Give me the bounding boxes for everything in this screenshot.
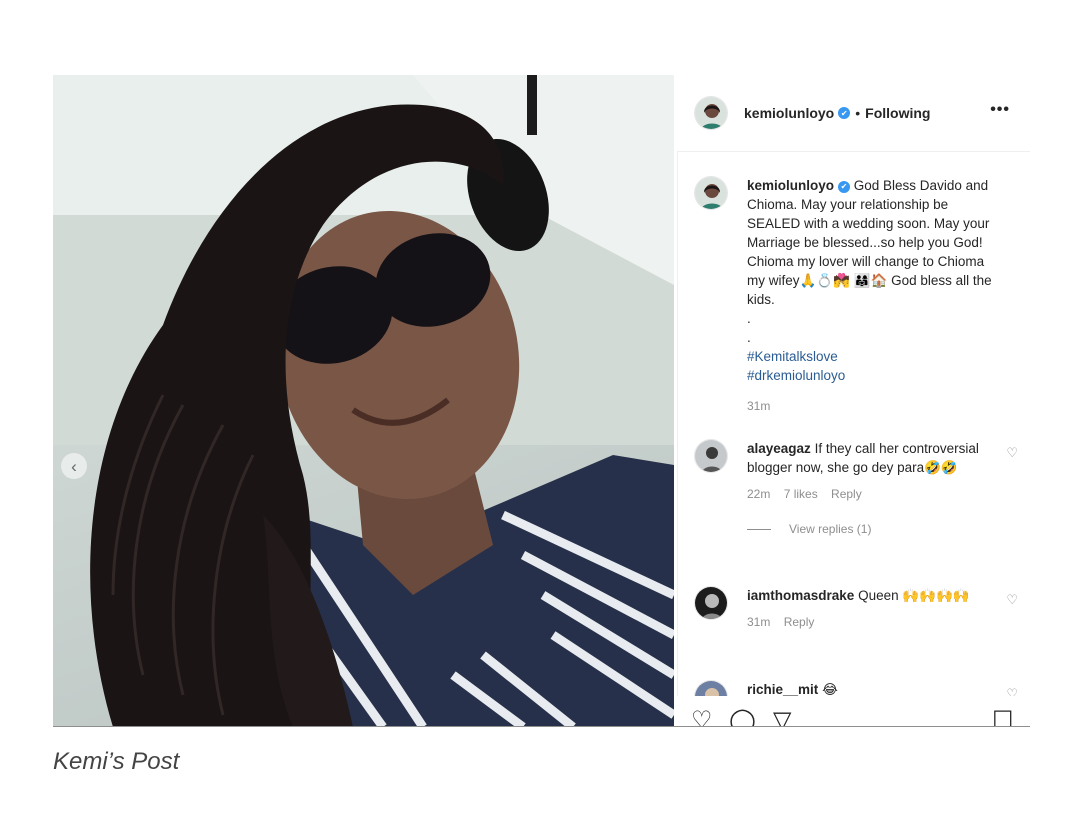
figure-caption: Kemi’s Post xyxy=(53,748,180,775)
avatar[interactable] xyxy=(694,439,728,473)
share-icon[interactable]: ▽ xyxy=(773,709,791,727)
heart-icon[interactable]: ♡ xyxy=(1006,592,1018,608)
verified-badge-icon: ✔ xyxy=(838,180,851,193)
avatar-image xyxy=(695,177,727,209)
heart-icon[interactable]: ♡ xyxy=(1006,445,1018,461)
comment-timestamp[interactable]: 31m xyxy=(747,615,770,629)
reply-button[interactable]: Reply xyxy=(831,487,862,501)
comment-body: iamthomasdrake Queen 🙌🙌🙌🙌 31m Reply xyxy=(747,586,1002,632)
more-options-icon[interactable]: ••• xyxy=(990,101,1010,119)
avatar-image xyxy=(695,681,727,696)
post-side-panel: kemiolunloyo ✔ • Following ••• kemiolunl… xyxy=(674,75,1030,727)
reply-button[interactable]: Reply xyxy=(784,615,815,629)
avatar-image xyxy=(695,440,727,472)
comments-list[interactable]: kemiolunloyo ✔ God Bless Davido and Chiom… xyxy=(677,151,1030,696)
post-username[interactable]: kemiolunloyo xyxy=(744,105,834,121)
hashtag-link[interactable]: #Kemitalkslove xyxy=(747,347,1002,366)
caption-text: God Bless Davido and Chioma. May your re… xyxy=(747,178,990,288)
comment-body: richie__mit 😂 xyxy=(747,680,1002,696)
caption-dot: . xyxy=(747,311,751,326)
avatar-image xyxy=(695,587,727,619)
caption-dot: . xyxy=(747,330,751,345)
post-header: kemiolunloyo ✔ • Following ••• xyxy=(674,75,1030,151)
like-icon[interactable]: ♡ xyxy=(691,709,713,727)
avatar[interactable] xyxy=(694,176,728,210)
view-replies-button[interactable]: View replies (1) xyxy=(747,520,1002,539)
header-separator: • xyxy=(855,105,861,121)
comment-text: 😂 xyxy=(822,682,838,696)
heart-icon[interactable]: ♡ xyxy=(1006,686,1018,696)
comment-meta: 31m Reply xyxy=(747,613,1002,632)
comment-username[interactable]: alayeagaz xyxy=(747,441,811,456)
avatar-image xyxy=(695,97,727,129)
view-replies-label: View replies (1) xyxy=(789,522,872,536)
avatar[interactable] xyxy=(694,680,728,696)
comment-text: Queen 🙌🙌🙌🙌 xyxy=(858,588,970,603)
following-button[interactable]: Following xyxy=(865,105,930,121)
caption-meta: 31m xyxy=(747,397,1002,416)
avatar[interactable] xyxy=(694,96,728,130)
verified-badge-icon: ✔ xyxy=(838,107,851,119)
instagram-post: ‹ kemiolunloyo ✔ • Following ••• kemiolu… xyxy=(53,75,1030,727)
action-bar: ♡ ◯ ▽ ☐ xyxy=(677,700,1030,727)
comment-icon[interactable]: ◯ xyxy=(729,709,756,727)
comment-username[interactable]: iamthomasdrake xyxy=(747,588,854,603)
caption-username[interactable]: kemiolunloyo xyxy=(747,178,834,193)
post-photo[interactable]: ‹ xyxy=(53,75,674,726)
caption-timestamp[interactable]: 31m xyxy=(747,399,770,413)
hashtag-link[interactable]: #drkemiolunloyo xyxy=(747,366,1002,385)
view-replies-line xyxy=(747,529,771,530)
comment-meta: 22m 7 likes Reply xyxy=(747,485,1002,504)
comment-body: alayeagaz If they call her controversial… xyxy=(747,439,1002,539)
caption-body: kemiolunloyo ✔ God Bless Davido and Chiom… xyxy=(747,176,1002,416)
comment-timestamp[interactable]: 22m xyxy=(747,487,770,501)
comment-username[interactable]: richie__mit xyxy=(747,682,818,696)
carousel-prev-button[interactable]: ‹ xyxy=(61,453,87,479)
selfie-illustration xyxy=(53,75,674,726)
save-icon[interactable]: ☐ xyxy=(992,709,1014,727)
comment-likes[interactable]: 7 likes xyxy=(784,487,818,501)
avatar[interactable] xyxy=(694,586,728,620)
